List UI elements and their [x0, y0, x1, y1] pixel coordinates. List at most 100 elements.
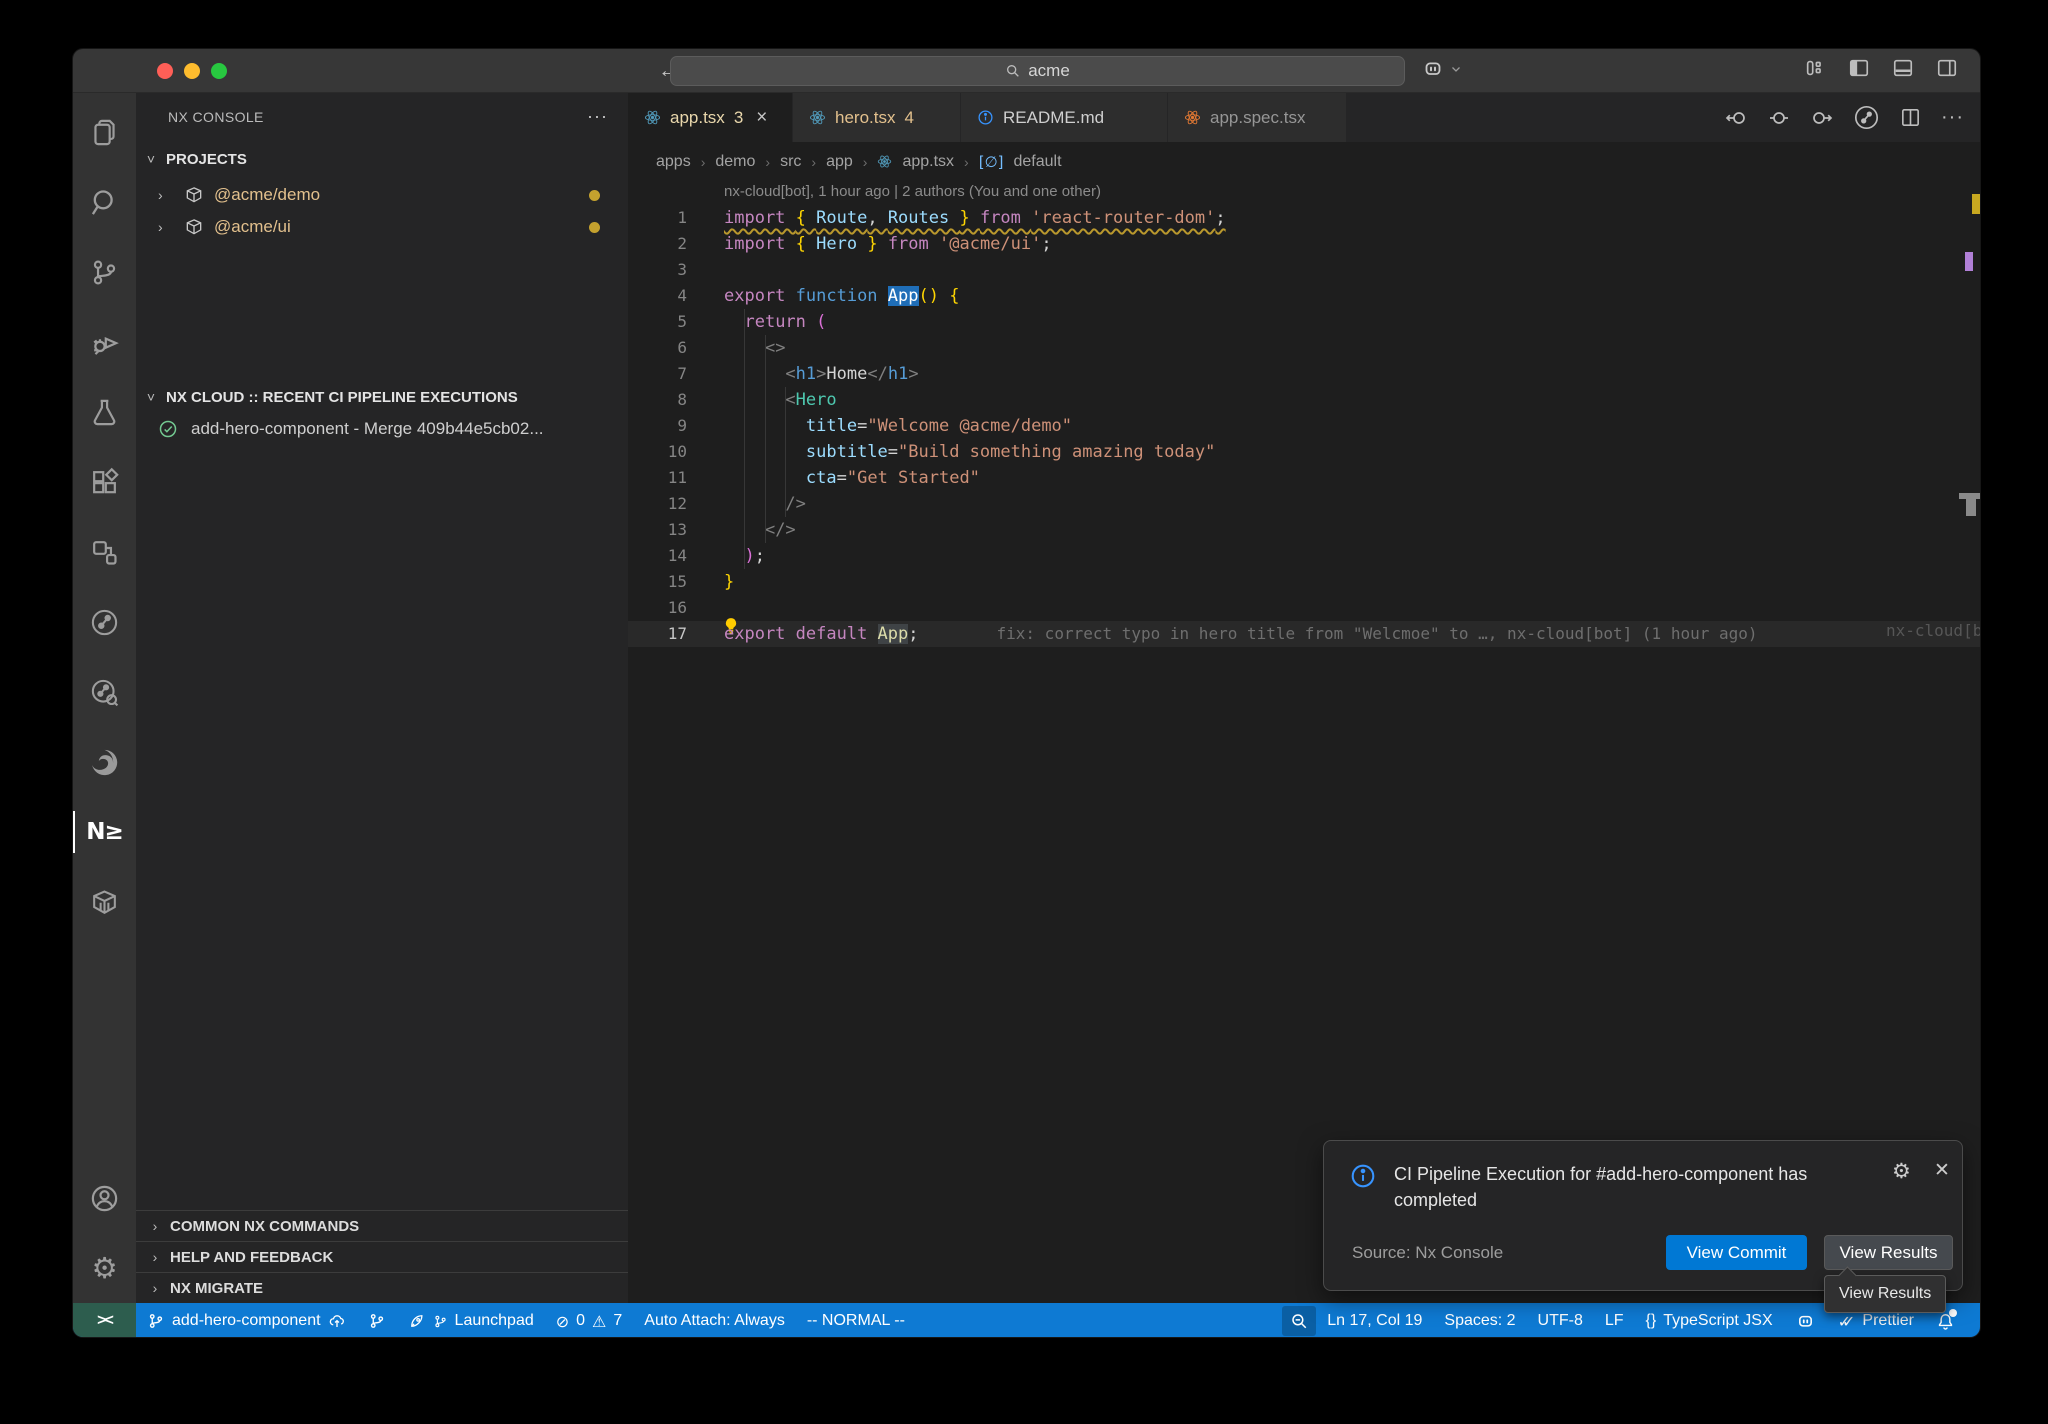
code-line[interactable]: 8 <Hero	[628, 387, 1980, 413]
section-nx-cloud[interactable]: ˅ NX CLOUD :: RECENT CI PIPELINE EXECUTI…	[136, 381, 628, 413]
code-line[interactable]: 6 <>	[628, 335, 1980, 361]
explorer-icon[interactable]	[73, 97, 136, 167]
project-item-acme-demo[interactable]: › @acme/demo	[136, 179, 628, 211]
more-actions-icon[interactable]: ···	[1941, 106, 1964, 129]
close-window-button[interactable]	[157, 63, 173, 79]
breadcrumb-item[interactable]: app	[826, 153, 853, 171]
commit-graph-icon[interactable]	[73, 587, 136, 657]
view-results-button[interactable]: View Results	[1824, 1235, 1953, 1270]
breadcrumb: apps› demo› src› app› app.tsx› [∅] defau…	[628, 142, 1980, 181]
indentation-status[interactable]: Spaces: 2	[1433, 1303, 1526, 1338]
breadcrumb-item[interactable]: apps	[656, 153, 691, 171]
code-line[interactable]: 12 />	[628, 491, 1980, 517]
zoom-indicator[interactable]	[1282, 1306, 1316, 1336]
code-line[interactable]: 14 );	[628, 543, 1980, 569]
code-line[interactable]: 1import { Route, Routes } from 'react-ro…	[628, 205, 1980, 231]
section-common-nx-commands[interactable]: › COMMON NX COMMANDS	[136, 1210, 628, 1241]
account-icon[interactable]	[73, 1163, 136, 1233]
cursor-position-status[interactable]: Ln 17, Col 19	[1316, 1303, 1433, 1338]
source-control-icon[interactable]	[73, 237, 136, 307]
section-nx-migrate[interactable]: › NX MIGRATE	[136, 1272, 628, 1303]
testing-icon[interactable]	[73, 377, 136, 447]
commit-graph-search-icon[interactable]	[73, 657, 136, 727]
sidebar-title: NX CONSOLE	[168, 109, 264, 125]
breadcrumb-item[interactable]: default	[1014, 153, 1062, 171]
chevron-right-icon: ›	[158, 187, 184, 203]
code-line[interactable]: 11 cta="Get Started"	[628, 465, 1980, 491]
section-help-and-feedback[interactable]: › HELP AND FEEDBACK	[136, 1241, 628, 1272]
toggle-panel-icon[interactable]	[1892, 57, 1914, 79]
code-line[interactable]: 16	[628, 595, 1980, 621]
line-number: 14	[628, 543, 687, 569]
nx-console-icon[interactable]: N≥	[73, 797, 136, 867]
gitlens-status[interactable]	[357, 1303, 397, 1338]
chevron-down-icon	[1450, 63, 1462, 75]
indent-guide	[744, 309, 745, 569]
auto-attach-status[interactable]: Auto Attach: Always	[633, 1303, 796, 1338]
code-line[interactable]: 10 subtitle="Build something amazing tod…	[628, 439, 1980, 465]
code-line[interactable]: 9 title="Welcome @acme/demo"	[628, 413, 1980, 439]
settings-gear-icon[interactable]: ⚙	[73, 1233, 136, 1303]
tab-hero-tsx[interactable]: hero.tsx 4	[793, 93, 960, 142]
extensions-icon[interactable]	[73, 447, 136, 517]
open-changes-back-icon[interactable]	[1724, 106, 1748, 130]
code-line[interactable]: 13 </>	[628, 517, 1980, 543]
codelens-annotation[interactable]: nx-cloud[bot], 1 hour ago | 2 authors (Y…	[724, 183, 1101, 200]
customize-layout-icon[interactable]	[1804, 57, 1826, 79]
code-line[interactable]: 2import { Hero } from '@acme/ui';	[628, 231, 1980, 257]
info-icon	[1350, 1163, 1376, 1189]
copilot-menu[interactable]	[1421, 57, 1462, 81]
more-actions-icon[interactable]: ···	[587, 106, 608, 127]
breadcrumb-item[interactable]: src	[780, 153, 801, 171]
launchpad-status[interactable]: Launchpad	[397, 1303, 545, 1338]
vim-mode-status[interactable]: -- NORMAL --	[796, 1303, 916, 1338]
sidebar-nx-console: NX CONSOLE ··· ˅ PROJECTS › @acme/demo ›…	[136, 93, 628, 1303]
maximize-window-button[interactable]	[211, 63, 227, 79]
problems-status[interactable]: ⊘ 0 ⚠ 7	[545, 1303, 634, 1338]
edge-browser-icon[interactable]	[73, 727, 136, 797]
chevron-right-icon: ›	[140, 1218, 170, 1234]
project-graph-icon[interactable]	[73, 517, 136, 587]
commit-graph-circle-icon[interactable]	[1853, 104, 1880, 131]
brackets-icon: {}	[1646, 1312, 1657, 1330]
code-line[interactable]: 5 return (	[628, 309, 1980, 335]
code-line[interactable]: 15}	[628, 569, 1980, 595]
activity-bar: N≥ ⚙	[73, 93, 136, 1303]
split-editor-icon[interactable]	[1899, 106, 1922, 129]
remote-indicator[interactable]: ><	[73, 1303, 136, 1338]
code-line[interactable]: 17export default App;fix: correct typo i…	[628, 621, 1980, 647]
close-icon[interactable]: ✕	[1934, 1159, 1950, 1182]
line-number: 3	[628, 257, 687, 283]
view-commit-button[interactable]: View Commit	[1666, 1235, 1807, 1270]
code-editor[interactable]: nx-cloud[bot], 1 hour ago | 2 authors (Y…	[628, 181, 1980, 1303]
project-item-acme-ui[interactable]: › @acme/ui	[136, 211, 628, 243]
language-mode-status[interactable]: {} TypeScript JSX	[1635, 1303, 1784, 1338]
line-number: 13	[628, 517, 687, 543]
toggle-primary-sidebar-icon[interactable]	[1848, 57, 1870, 79]
command-center-search[interactable]: acme	[670, 56, 1405, 86]
code-line[interactable]: 4export function App() {	[628, 283, 1980, 309]
open-changes-forward-icon[interactable]	[1810, 106, 1834, 130]
tab-app-spec-tsx[interactable]: app.spec.tsx	[1168, 93, 1346, 142]
tab-app-tsx[interactable]: app.tsx 3 ×	[628, 93, 792, 142]
minimize-window-button[interactable]	[184, 63, 200, 79]
copilot-status[interactable]	[1784, 1303, 1827, 1338]
symbol-icon: [∅]	[979, 153, 1004, 171]
search-icon[interactable]	[73, 167, 136, 237]
breadcrumb-item[interactable]: demo	[715, 153, 755, 171]
code-line[interactable]: 7 <h1>Home</h1>	[628, 361, 1980, 387]
current-revision-icon[interactable]	[1767, 106, 1791, 130]
tab-readme-md[interactable]: README.md	[961, 93, 1167, 142]
encoding-status[interactable]: UTF-8	[1527, 1303, 1594, 1338]
close-icon[interactable]: ×	[756, 107, 767, 129]
run-debug-icon[interactable]	[73, 307, 136, 377]
package-box-icon[interactable]	[73, 867, 136, 937]
pipeline-execution-item[interactable]: add-hero-component - Merge 409b44e5cb02.…	[136, 413, 628, 445]
eol-status[interactable]: LF	[1594, 1303, 1635, 1338]
section-projects[interactable]: ˅ PROJECTS	[136, 143, 628, 175]
breadcrumb-item[interactable]: app.tsx	[902, 153, 954, 171]
branch-status[interactable]: add-hero-component	[136, 1303, 357, 1338]
gear-icon[interactable]: ⚙	[1892, 1159, 1911, 1183]
toggle-secondary-sidebar-icon[interactable]	[1936, 57, 1958, 79]
code-line[interactable]: 3	[628, 257, 1980, 283]
